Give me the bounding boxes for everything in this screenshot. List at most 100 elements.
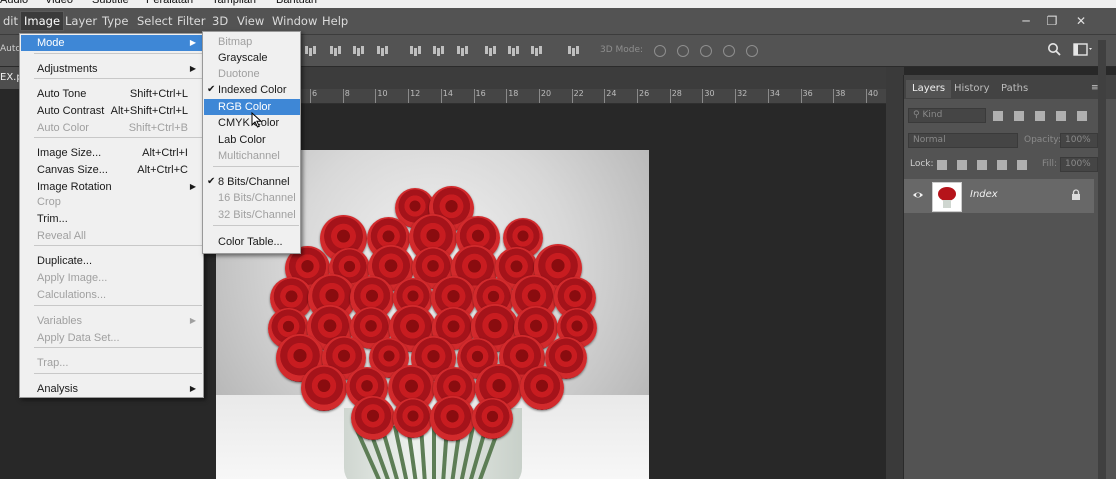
host-menu-tampilan[interactable]: Tampilan [212,0,256,6]
ruler-tick-mark [735,89,737,103]
mode-item-8-bits-channel[interactable]: ✔ 8 Bits/Channel [204,174,300,190]
search-icon[interactable] [1047,42,1061,56]
menu-item-canvas-size[interactable]: Canvas Size... Alt+Ctrl+C [21,162,202,178]
menu-item-auto-contrast[interactable]: Auto Contrast Alt+Shift+Ctrl+L [21,103,202,119]
mode-item-label: CMYK Color [218,117,280,129]
align-distribute-icon[interactable] [485,44,497,56]
pixel-filter-icon[interactable] [993,111,1003,121]
mode-item-lab-color[interactable]: Lab Color [204,132,300,148]
fill-field[interactable]: 100% [1060,157,1098,172]
align-distribute-icon[interactable] [410,44,422,56]
align-distribute-icon[interactable] [457,44,469,56]
ruler-tick-mark [604,89,606,103]
lock-artboard-icon[interactable] [997,160,1007,170]
menu-filter[interactable]: Filter [174,12,208,30]
minimize-icon[interactable]: ─ [1018,14,1034,28]
menu-select[interactable]: Select [134,12,175,30]
3d-mode-tool-icon[interactable] [723,45,735,57]
menu-image[interactable]: Image [19,11,65,31]
menu-item-mode[interactable]: Mode ▶ [21,35,202,51]
visibility-eye-icon[interactable] [912,190,924,203]
panel-scrollbar[interactable] [1098,40,1106,479]
mode-item-label: RGB Color [218,101,272,113]
align-distribute-icon[interactable] [433,44,445,56]
mode-item-label: 8 Bits/Channel [218,176,290,188]
menu-help[interactable]: Help [319,12,351,30]
mode-item-duotone: Duotone [204,66,300,82]
align-distribute-icon[interactable] [508,44,520,56]
menu-window[interactable]: Window [269,12,320,30]
menu-item-analysis[interactable]: Analysis ▶ [21,381,202,397]
mode-item-indexed-color[interactable]: ✔ Indexed Color [204,82,300,98]
layer-thumbnail [932,182,962,212]
align-distribute-icon[interactable] [353,44,365,56]
menu-item-label: Auto Contrast [37,105,105,117]
lock-all-icon[interactable] [1017,160,1027,170]
host-menu-audio[interactable]: Audio [0,0,28,6]
menu-item-label: Canvas Size... [37,164,108,176]
menu-item-trim[interactable]: Trim... [21,211,202,227]
3d-mode-tool-icon[interactable] [677,45,689,57]
tab-paths[interactable]: Paths [995,80,1034,98]
document-tab[interactable]: EX.p [0,67,20,89]
host-menu-video[interactable]: Video [45,0,73,6]
3d-mode-tool-icon[interactable] [654,45,666,57]
smart-object-filter-icon[interactable] [1077,111,1087,121]
menu-view[interactable]: View [234,12,267,30]
menu-item-shortcut: Alt+Shift+Ctrl+L [110,105,188,117]
red-rose [393,398,434,438]
align-distribute-icon[interactable] [330,44,342,56]
align-distribute-icon[interactable] [377,44,389,56]
mode-item-label: Lab Color [218,134,266,146]
menu-item-duplicate[interactable]: Duplicate... [21,253,202,269]
menu-item-adjustments[interactable]: Adjustments ▶ [21,61,202,77]
3d-mode-tool-icon[interactable] [700,45,712,57]
mode-item-label: Multichannel [218,150,280,162]
host-menu-subtitle[interactable]: Subtitle [92,0,129,6]
mode-item-label: Indexed Color [218,84,287,96]
menu-item-label: Image Size... [37,147,102,159]
lock-paint-icon[interactable] [957,160,967,170]
ruler-tick-label: 14 [442,89,453,98]
shape-filter-icon[interactable] [1056,111,1066,121]
workspace-icon[interactable] [1073,43,1092,56]
mode-item-color-table[interactable]: Color Table... [204,234,300,250]
close-icon[interactable]: ✕ [1073,14,1089,28]
align-distribute-icon[interactable] [305,44,317,56]
tab-layers[interactable]: Layers [906,80,952,98]
ruler-tick-label: 20 [540,89,552,98]
mode-item-label: 32 Bits/Channel [218,209,296,221]
lock-move-icon[interactable] [977,160,987,170]
menu-item-image-rotation[interactable]: Image Rotation ▶ [21,179,202,195]
3d-mode-tool-icon[interactable] [746,45,758,57]
menu-item-label: Apply Image... [37,272,108,284]
layer-filter-kind[interactable]: ⚲ Kind [908,108,986,123]
align-distribute-icon[interactable] [568,44,580,56]
menu-item-trap: Trap... [21,355,202,371]
tab-history[interactable]: History [948,80,996,98]
adjustment-filter-icon[interactable] [1014,111,1024,121]
menu-item-auto-tone[interactable]: Auto Tone Shift+Ctrl+L [21,86,202,102]
type-filter-icon[interactable] [1035,111,1045,121]
blend-mode-select[interactable]: Normal [908,133,1018,148]
align-distribute-icon[interactable] [531,44,543,56]
ruler-tick-label: 6 [312,89,318,98]
layer-row[interactable]: Index [904,179,1094,213]
menu-dit[interactable]: dit [0,12,21,30]
mode-item-grayscale[interactable]: Grayscale [204,50,300,66]
host-menu-bantuan[interactable]: Bantuan [276,0,317,6]
menu-item-label: Mode [37,37,65,49]
red-rose [351,396,396,440]
menu-type[interactable]: Type [99,12,131,30]
restore-icon[interactable]: ❐ [1044,14,1060,28]
lock-transparent-icon[interactable] [937,160,947,170]
layer-name[interactable]: Index [970,189,998,200]
opacity-field[interactable]: 100% [1060,133,1098,148]
menu-layer[interactable]: Layer [62,12,100,30]
checkmark-icon: ✔ [207,176,216,187]
host-menu-peralatan[interactable]: Peralatan [146,0,193,6]
mouse-cursor-icon [251,111,263,131]
menu-item-image-size[interactable]: Image Size... Alt+Ctrl+I [21,145,202,161]
menu-3d[interactable]: 3D [209,12,231,30]
menu-item-label: Trap... [37,357,69,369]
